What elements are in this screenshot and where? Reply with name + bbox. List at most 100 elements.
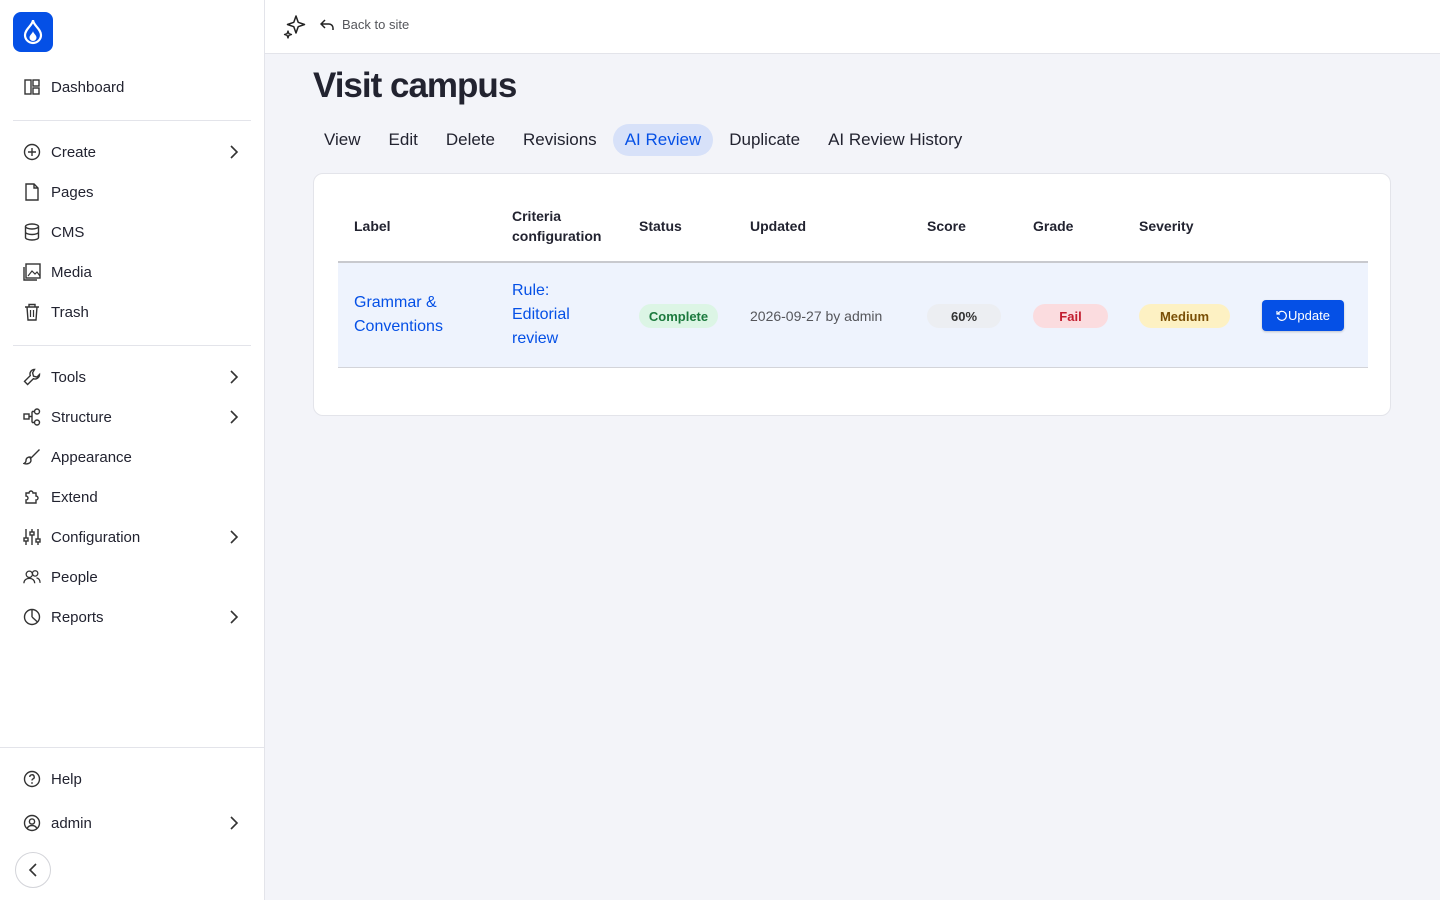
column-header-criteria-line: Criteria [512,208,562,224]
table-header: Label Criteria configuration Status Upda… [338,190,1368,263]
sidebar-divider [13,345,251,346]
chevron-right-icon [225,608,243,626]
sidebar-item-dashboard[interactable]: Dashboard [13,69,251,105]
chevron-right-icon [225,368,243,386]
trash-icon [23,303,41,321]
table-row: Grammar & Conventions Rule: Editorial re… [338,263,1368,368]
collapse-sidebar-button[interactable] [15,852,51,888]
sidebar-item-configuration[interactable]: Configuration [13,519,251,555]
chevron-right-icon [225,528,243,546]
chevron-left-icon [28,863,37,877]
tab-ai-review[interactable]: AI Review [612,124,714,156]
column-header-criteria-line: configuration [512,228,602,244]
severity-badge: Medium [1139,304,1230,328]
chevron-right-icon [225,143,243,161]
sidebar-item-label: People [51,568,98,586]
sidebar-item-create[interactable]: Create [13,134,251,170]
sidebar-item-label: Help [51,770,82,788]
sidebar-item-label: Pages [51,183,94,201]
sidebar-item-media[interactable]: Media [13,254,251,290]
column-header-status: Status [639,218,682,234]
file-icon [23,183,41,201]
grade-badge: Fail [1033,304,1108,328]
sidebar-item-label: Dashboard [51,78,125,96]
score-badge: 60% [927,304,1001,328]
sidebar-footer-divider [0,747,264,748]
plus-circle-icon [23,143,41,161]
image-icon [23,263,41,281]
sidebar-item-label: Structure [51,408,112,426]
updated-text: 2026-09-27 by admin [750,308,883,324]
structure-icon [23,408,41,426]
review-label-link[interactable]: Grammar & Conventions [354,291,443,339]
tab-revisions[interactable]: Revisions [511,124,609,156]
column-header-grade: Grade [1033,218,1074,234]
update-button-label: Update [1288,308,1330,323]
criteria-line: Editorial [512,306,570,323]
sidebar-item-extend[interactable]: Extend [13,479,251,515]
return-arrow-icon [320,18,334,30]
user-circle-icon [23,814,41,832]
sidebar-item-label: Trash [51,303,89,321]
sidebar-item-structure[interactable]: Structure [13,399,251,435]
sidebar-item-label: Extend [51,488,98,506]
sidebar-item-pages[interactable]: Pages [13,174,251,210]
sidebar: Dashboard Create Pages CMS Media Trash T… [0,0,265,900]
sidebar-item-appearance[interactable]: Appearance [13,439,251,475]
sidebar-item-reports[interactable]: Reports [13,599,251,635]
sidebar-item-label: Tools [51,368,87,386]
refresh-icon [1276,310,1287,321]
sidebar-item-trash[interactable]: Trash [13,294,251,330]
sidebar-item-cms[interactable]: CMS [13,214,251,250]
sidebar-item-label: Appearance [51,448,132,466]
review-label-line: Grammar & [354,294,437,311]
tab-delete[interactable]: Delete [434,124,507,156]
tab-duplicate[interactable]: Duplicate [717,124,812,156]
sliders-icon [23,528,41,546]
help-icon [23,770,41,788]
drop-logo-icon [23,19,43,45]
wrench-icon [23,368,41,386]
sparkle-icon[interactable] [283,14,309,40]
sidebar-item-people[interactable]: People [13,559,251,595]
sidebar-item-tools[interactable]: Tools [13,359,251,395]
sidebar-item-help[interactable]: Help [13,761,251,797]
top-bar: Back to site [265,0,1440,54]
criteria-line: Rule: [512,282,550,299]
brush-icon [23,448,41,466]
dashboard-icon [23,78,41,96]
sidebar-item-user[interactable]: admin [13,805,251,841]
chevron-right-icon [225,408,243,426]
column-header-score: Score [927,218,966,234]
sidebar-item-label: Media [51,263,92,281]
tab-view[interactable]: View [312,124,373,156]
criteria-configuration-link[interactable]: Rule: Editorial review [512,279,570,351]
sidebar-item-label: admin [51,814,92,832]
sidebar-item-label: Configuration [51,528,141,546]
column-header-criteria: Criteria configuration [512,206,601,246]
tab-edit[interactable]: Edit [377,124,430,156]
sidebar-item-label: CMS [51,223,85,241]
review-label-line: Conventions [354,318,443,335]
review-table-card: Label Criteria configuration Status Upda… [313,173,1391,416]
column-header-label: Label [354,218,391,234]
drupal-logo[interactable] [13,12,53,52]
column-header-updated: Updated [750,218,806,234]
sidebar-divider [13,120,251,121]
criteria-line: review [512,330,559,347]
update-button[interactable]: Update [1262,300,1344,331]
people-icon [23,568,41,586]
back-to-site-label: Back to site [342,17,410,32]
sidebar-item-label: Reports [51,608,104,626]
local-tasks-tabs: View Edit Delete Revisions AI Review Dup… [312,124,978,156]
page-title: Visit campus [313,66,517,105]
back-to-site-link[interactable]: Back to site [320,17,409,32]
tab-ai-review-history[interactable]: AI Review History [816,124,974,156]
chevron-right-icon [225,814,243,832]
puzzle-icon [23,488,41,506]
database-icon [23,223,41,241]
chart-pie-icon [23,608,41,626]
status-badge: Complete [639,304,718,328]
column-header-severity: Severity [1139,218,1194,234]
sidebar-item-label: Create [51,143,97,161]
